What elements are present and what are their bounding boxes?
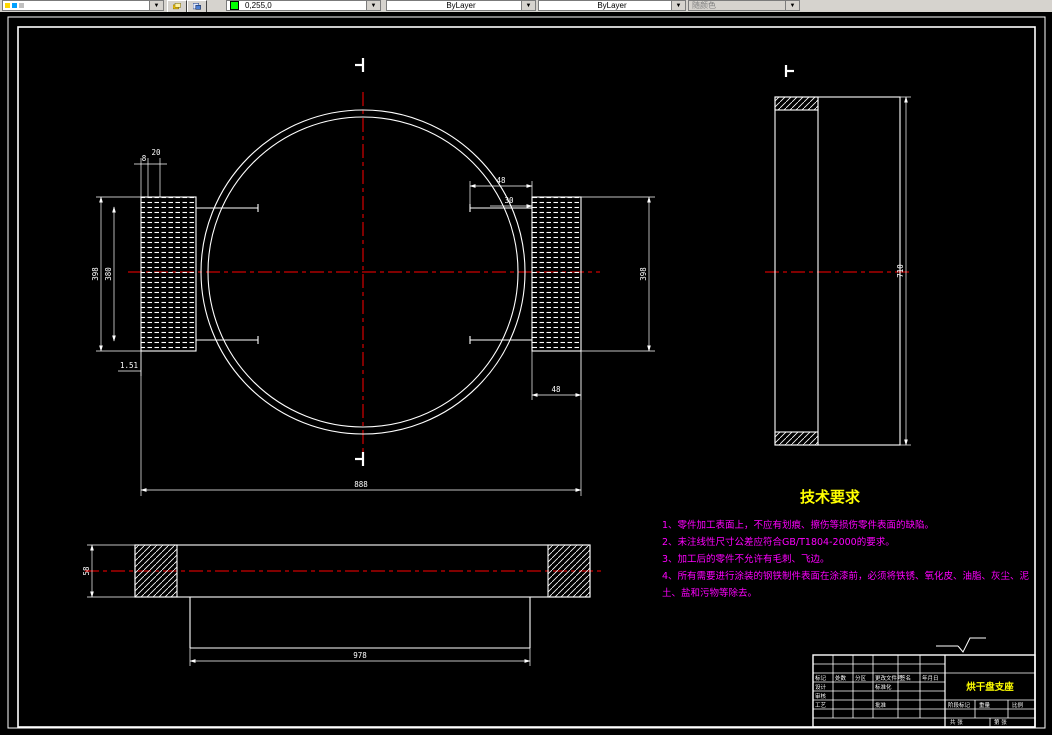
lineweight-control-combo[interactable]: ByLayer ▼ xyxy=(538,0,686,11)
dim-front-top-small2: 20 xyxy=(151,148,161,157)
dim-front-left-outer: 398 xyxy=(91,267,100,281)
linetype-combo-value: ByLayer xyxy=(446,1,476,10)
dim-front-right-top2: 30 xyxy=(504,196,514,205)
drawing-border-frame xyxy=(7,16,1046,729)
dim-front-right-height: 398 xyxy=(639,267,648,281)
tech-requirements-title: 技术要求 xyxy=(800,488,861,506)
layers-icon xyxy=(173,3,181,10)
dim-bottom-left-height: 58 xyxy=(82,566,91,576)
linetype-control-combo[interactable]: ByLayer ▼ xyxy=(386,0,536,11)
layer-sheet-icon xyxy=(193,3,201,10)
side-view xyxy=(774,96,901,446)
tb-mark: 标记 xyxy=(815,674,827,682)
bottom-left-hatch xyxy=(134,544,178,598)
lock-icon xyxy=(19,3,24,8)
dim-front-top-small1: 8 xyxy=(142,154,147,163)
tb-sign: 签名 xyxy=(900,674,911,682)
color-control-combo[interactable]: 0,255,0 ▼ xyxy=(226,0,381,11)
lineweight-combo-dropdown-arrow[interactable]: ▼ xyxy=(671,1,685,10)
tb-stage-mark: 阶段标记 xyxy=(948,701,971,709)
right-flange-hatch xyxy=(531,196,582,352)
dim-front-under-right: 48 xyxy=(551,385,561,394)
plotstyle-control-combo: 随颜色 ▼ xyxy=(688,0,800,11)
tech-requirement-1: 1、零件加工表面上，不应有划痕、擦伤等损伤零件表面的缺陷。 xyxy=(662,519,934,531)
tb-sheets: 共 张 xyxy=(950,718,963,726)
tb-process: 工艺 xyxy=(815,702,827,709)
layer-combo-dropdown-arrow[interactable]: ▼ xyxy=(149,1,163,10)
tb-change-file: 更改文件号 xyxy=(875,674,903,682)
side-top-hatch xyxy=(774,96,819,111)
tb-scale: 比例 xyxy=(1012,701,1024,709)
tb-check: 审核 xyxy=(815,692,827,700)
surface-roughness-symbol xyxy=(936,637,986,653)
tb-design: 设计 xyxy=(815,683,827,691)
color-combo-dropdown-arrow[interactable]: ▼ xyxy=(366,1,380,10)
color-combo-value: 0,255,0 xyxy=(245,1,272,10)
dim-side-height: 710 xyxy=(896,264,905,278)
centerlines xyxy=(85,92,910,572)
plotstyle-combo-value: 随颜色 xyxy=(692,1,716,10)
tb-approve: 批准 xyxy=(875,701,887,709)
dim-bottom-width: 978 xyxy=(353,651,367,660)
bottom-view xyxy=(134,544,591,649)
linetype-combo-dropdown-arrow[interactable]: ▼ xyxy=(521,1,535,10)
tech-requirement-2: 2、未注线性尺寸公差应符合GB/T1804-2000的要求。 xyxy=(662,536,895,548)
tb-standard: 标准化 xyxy=(875,683,892,691)
tech-requirement-4a: 4、所有需要进行涂装的钢铁制件表面在涂漆前，必须将铁锈、氧化皮、油脂、灰尘、泥 xyxy=(662,570,1030,582)
tb-weight: 重量 xyxy=(979,701,991,709)
left-flange-hatch xyxy=(140,196,197,352)
dim-front-bottom-left: 1.51 xyxy=(120,361,138,370)
lineweight-combo-value: ByLayer xyxy=(597,1,627,10)
color-swatch xyxy=(230,1,239,10)
dim-front-left-inner: 380 xyxy=(104,267,113,281)
layer-combo[interactable]: ▼ xyxy=(2,0,164,11)
dim-front-right-top1: 48 xyxy=(496,176,506,185)
plotstyle-combo-dropdown-arrow: ▼ xyxy=(785,1,799,10)
freeze-icon xyxy=(12,3,17,8)
technical-requirements: 技术要求 1、零件加工表面上，不应有划痕、擦伤等损伤零件表面的缺陷。 2、未注线… xyxy=(662,488,1030,599)
side-bottom-hatch xyxy=(774,431,819,446)
bulb-icon xyxy=(5,3,10,8)
tb-zone: 分区 xyxy=(855,674,867,682)
tb-sheet-no: 第 张 xyxy=(994,718,1007,726)
dim-front-overall: 888 xyxy=(354,480,368,489)
tech-requirement-4b: 土、盐和污物等除去。 xyxy=(662,587,757,599)
tb-count: 处数 xyxy=(835,674,847,682)
bottom-right-hatch xyxy=(547,544,591,598)
dimension-labels: 398 380 8 20 48 30 398 1.51 48 888 710 5… xyxy=(82,148,905,660)
tb-part-name: 烘干盘支座 xyxy=(966,681,1014,693)
tb-date: 年月日 xyxy=(922,674,939,682)
tech-requirement-3: 3、加工后的零件不允许有毛刺、飞边。 xyxy=(662,553,830,565)
model-space-canvas[interactable]: 398 380 8 20 48 30 398 1.51 48 888 710 5… xyxy=(0,12,1052,735)
